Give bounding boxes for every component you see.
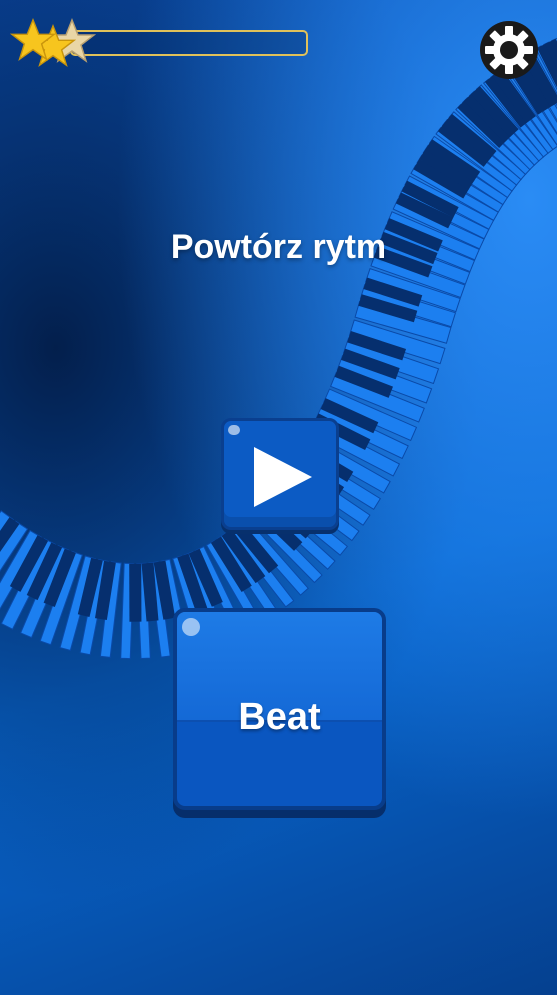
page-title: Powtórz rytm (170, 228, 387, 266)
beat-button-label: Beat (238, 696, 321, 738)
gear-icon[interactable] (479, 20, 539, 80)
button-shine (228, 425, 240, 435)
progress-bar (10, 18, 310, 68)
star-icon-earned (10, 18, 56, 62)
black-key (129, 563, 142, 622)
button-shine (182, 618, 200, 636)
beat-button[interactable]: Beat (173, 608, 386, 810)
play-icon (254, 447, 312, 507)
progress-track (70, 30, 308, 56)
play-button[interactable] (221, 418, 339, 530)
